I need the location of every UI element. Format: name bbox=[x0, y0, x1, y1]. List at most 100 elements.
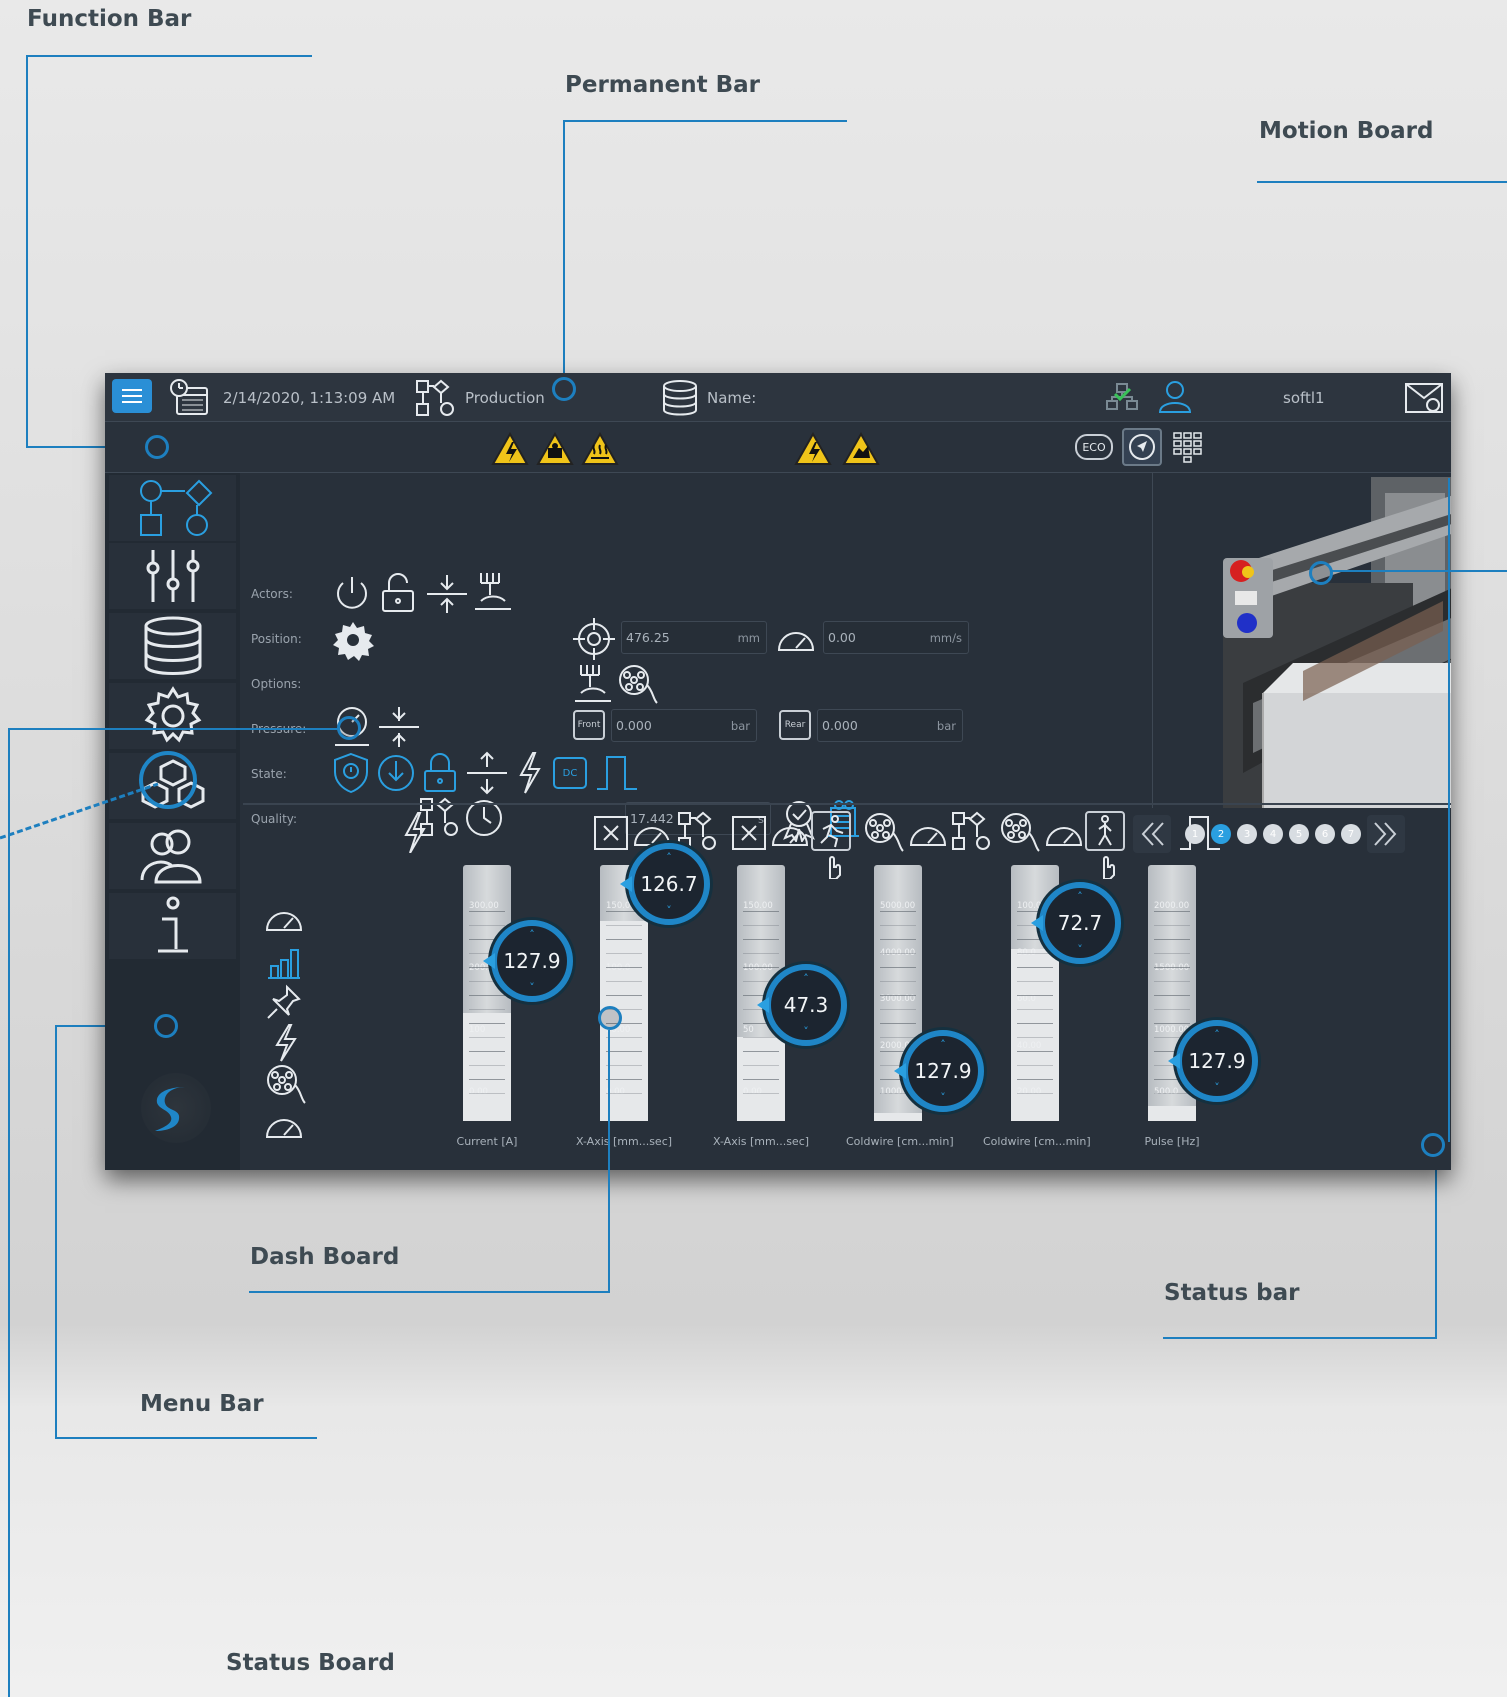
eco-button[interactable]: ECO bbox=[1075, 434, 1113, 460]
page-dot[interactable]: 5 bbox=[1289, 824, 1309, 844]
target-position-icon[interactable] bbox=[573, 618, 615, 660]
gauge-knob[interactable]: ˄ 127.9 ˅ bbox=[1176, 1020, 1258, 1102]
page-dot[interactable]: 2 bbox=[1211, 824, 1231, 844]
speedometer-icon[interactable] bbox=[907, 815, 949, 851]
rear-pressure-field[interactable]: 0.000 bar bbox=[817, 709, 963, 742]
gauge-gridline bbox=[1017, 981, 1053, 982]
lightning-icon[interactable] bbox=[269, 1023, 299, 1063]
pulse-icon[interactable] bbox=[595, 753, 639, 793]
axis-x-icon[interactable] bbox=[731, 815, 767, 851]
gauge-knob[interactable]: ˄ 127.9 ˅ bbox=[902, 1030, 984, 1112]
next-page-button[interactable] bbox=[1367, 815, 1405, 853]
workflow-icon[interactable] bbox=[949, 809, 993, 853]
increase-icon[interactable]: ˄ bbox=[1045, 890, 1115, 903]
front-pressure-field[interactable]: 0.000 bar bbox=[611, 709, 757, 742]
prev-page-button[interactable] bbox=[1133, 815, 1171, 853]
increase-icon[interactable]: ˄ bbox=[634, 851, 704, 864]
bar-chart-icon[interactable] bbox=[265, 943, 303, 981]
warning-radiation-icon[interactable] bbox=[536, 432, 574, 466]
warning-hot-surface-icon[interactable] bbox=[581, 432, 619, 466]
pin-icon[interactable] bbox=[265, 983, 303, 1021]
speedometer-icon[interactable] bbox=[263, 1107, 305, 1143]
lightning-icon[interactable] bbox=[513, 751, 545, 795]
user-icon[interactable] bbox=[1157, 378, 1193, 420]
dc-button[interactable]: DC bbox=[553, 757, 587, 789]
decrease-icon[interactable]: ˅ bbox=[1045, 943, 1115, 956]
gear-icon[interactable] bbox=[331, 618, 375, 662]
menu-item-settings[interactable] bbox=[109, 683, 236, 749]
machine-3d-view[interactable] bbox=[1153, 473, 1451, 813]
callout-line bbox=[26, 55, 28, 448]
speedometer-icon[interactable] bbox=[1043, 815, 1085, 851]
calendar-clock-icon[interactable] bbox=[167, 378, 211, 420]
gauge-knob[interactable]: ˄ 127.9 ˅ bbox=[491, 920, 573, 1002]
clamp-state-icon[interactable] bbox=[465, 751, 509, 795]
home-down-icon[interactable] bbox=[375, 751, 417, 795]
gauge-fill bbox=[874, 1113, 922, 1121]
wire-spool-icon[interactable] bbox=[265, 1063, 307, 1105]
position-field[interactable]: 476.25 mm bbox=[621, 621, 767, 654]
gauge-knob[interactable]: ˄ 126.7 ˅ bbox=[628, 843, 710, 925]
message-icon[interactable] bbox=[1403, 381, 1445, 419]
page-dot[interactable]: 4 bbox=[1263, 824, 1283, 844]
speedometer-icon[interactable] bbox=[769, 815, 811, 851]
hand-pointer-icon[interactable] bbox=[821, 853, 847, 879]
decrease-icon[interactable]: ˅ bbox=[634, 904, 704, 917]
warning-hand-crush-icon[interactable] bbox=[842, 432, 880, 466]
gauge-knob[interactable]: ˄ 72.7 ˅ bbox=[1039, 882, 1121, 964]
rear-button[interactable]: Rear bbox=[779, 710, 811, 740]
welding-torch-icon[interactable] bbox=[473, 569, 513, 615]
callout-status-board: Status Board bbox=[226, 1650, 395, 1676]
page-dot[interactable]: 6 bbox=[1315, 824, 1335, 844]
lightning-icon[interactable] bbox=[398, 811, 428, 853]
clamp-icon[interactable] bbox=[377, 705, 421, 749]
warning-electric-icon[interactable] bbox=[794, 432, 832, 466]
gauge-knob[interactable]: ˄ 47.3 ˅ bbox=[765, 964, 847, 1046]
app-logo[interactable] bbox=[141, 1073, 211, 1143]
page-dot[interactable]: 3 bbox=[1237, 824, 1257, 844]
menu-item-info[interactable] bbox=[109, 893, 236, 959]
increase-icon[interactable]: ˄ bbox=[908, 1038, 978, 1051]
callout-dashed-line bbox=[0, 782, 159, 840]
increase-icon[interactable]: ˄ bbox=[1182, 1028, 1252, 1041]
hamburger-menu-icon[interactable] bbox=[112, 379, 152, 413]
speed-field[interactable]: 0.00 mm/s bbox=[823, 621, 969, 654]
decrease-icon[interactable]: ˅ bbox=[908, 1091, 978, 1104]
workflow-icon[interactable] bbox=[413, 377, 457, 423]
decrease-icon[interactable]: ˅ bbox=[771, 1025, 841, 1038]
safety-shield-icon[interactable] bbox=[331, 751, 371, 795]
increase-icon[interactable]: ˄ bbox=[771, 972, 841, 985]
menu-item-sliders[interactable] bbox=[109, 543, 236, 609]
menu-item-database[interactable] bbox=[109, 613, 236, 679]
gauge-value: 126.7 bbox=[640, 872, 698, 896]
menu-item-workflow[interactable] bbox=[109, 475, 236, 541]
speedometer-icon[interactable] bbox=[263, 900, 305, 936]
page-dot[interactable]: 1 bbox=[1185, 824, 1205, 844]
run-fast-button[interactable] bbox=[811, 811, 851, 851]
unlock-icon[interactable] bbox=[379, 573, 417, 615]
axis-x-icon[interactable] bbox=[593, 815, 629, 851]
power-icon[interactable] bbox=[331, 573, 373, 615]
lock-icon[interactable] bbox=[421, 751, 459, 795]
navigation-button[interactable] bbox=[1122, 428, 1162, 466]
speedometer-icon[interactable] bbox=[775, 620, 817, 658]
warning-electric-icon[interactable] bbox=[491, 432, 529, 466]
decrease-icon[interactable]: ˅ bbox=[1182, 1081, 1252, 1094]
wire-spool-icon[interactable] bbox=[863, 811, 905, 853]
database-icon[interactable] bbox=[660, 378, 700, 422]
network-status-icon[interactable] bbox=[1105, 382, 1141, 416]
walk-slow-button[interactable] bbox=[1085, 811, 1125, 851]
callout-line bbox=[608, 1030, 610, 1293]
increase-icon[interactable]: ˄ bbox=[497, 928, 567, 941]
gauge-gridline bbox=[606, 981, 642, 982]
wire-spool-icon[interactable] bbox=[617, 663, 659, 705]
page-dot[interactable]: 7 bbox=[1341, 824, 1361, 844]
hand-pointer-icon[interactable] bbox=[1095, 853, 1121, 879]
wire-spool-icon[interactable] bbox=[999, 811, 1041, 853]
keypad-icon[interactable] bbox=[1171, 430, 1207, 466]
compress-arrows-icon[interactable] bbox=[425, 573, 469, 615]
decrease-icon[interactable]: ˅ bbox=[497, 981, 567, 994]
welding-torch-icon[interactable] bbox=[573, 661, 613, 707]
front-button[interactable]: Front bbox=[573, 710, 605, 740]
gauge-pointer bbox=[1031, 915, 1043, 931]
